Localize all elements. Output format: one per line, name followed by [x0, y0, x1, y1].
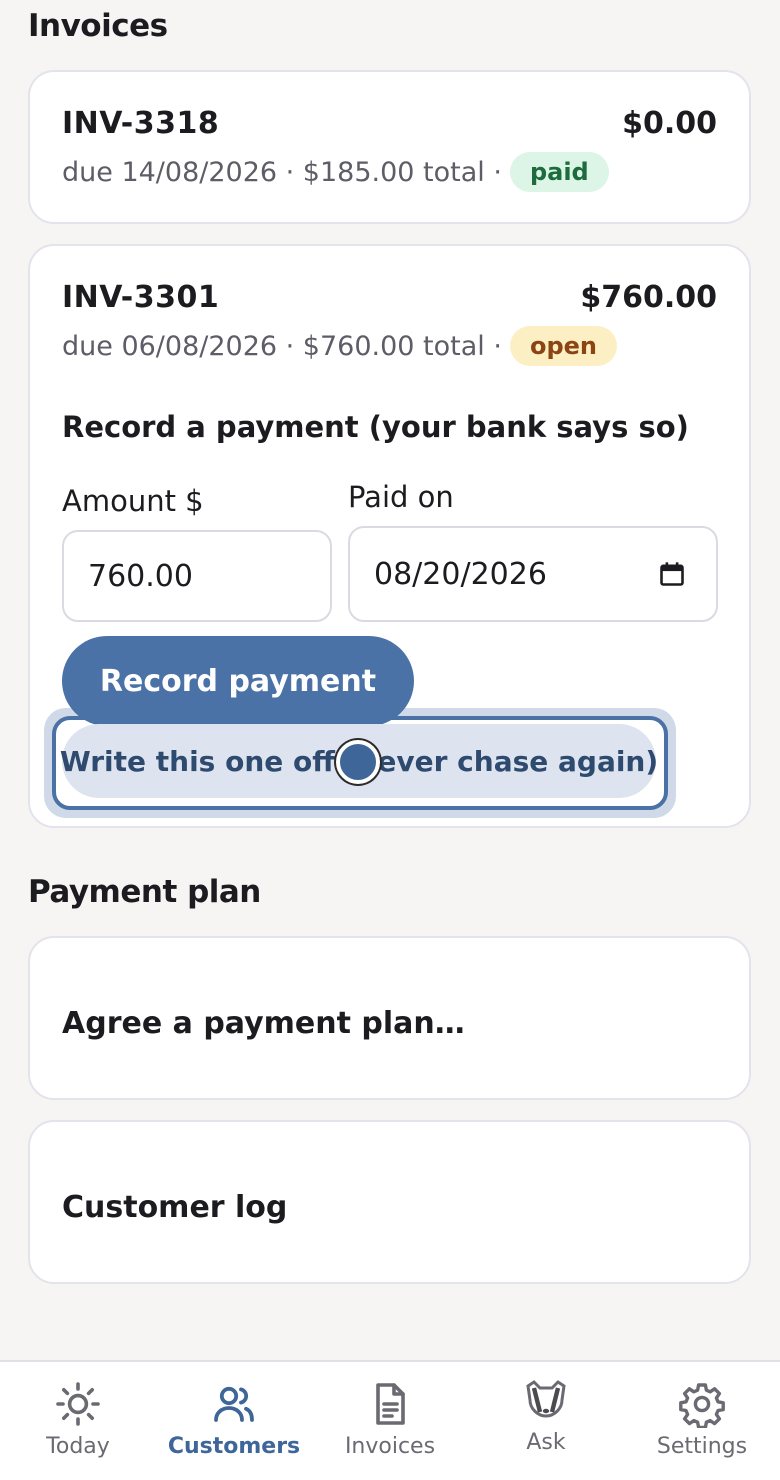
page: Invoices INV-3318 $0.00 due 14/08/2026 ·…: [0, 0, 780, 1480]
touch-cursor: [336, 740, 380, 784]
invoice-id: INV-3301: [62, 280, 220, 315]
invoice-meta: due 14/08/2026 · $185.00 total · paid: [62, 152, 609, 192]
invoice-balance: $0.00: [622, 106, 717, 141]
nav-label: Invoices: [344, 1434, 436, 1459]
agree-payment-plan-card[interactable]: Agree a payment plan…: [28, 936, 751, 1100]
users-icon: [214, 1386, 254, 1422]
nav-today[interactable]: Today: [0, 1362, 156, 1480]
nav-customers[interactable]: Customers: [156, 1362, 312, 1480]
calendar-icon[interactable]: [658, 560, 686, 588]
status-badge: paid: [509, 152, 609, 192]
customer-log-label: Customer log: [62, 1190, 288, 1225]
paid-on-date-input[interactable]: 08/20/2026: [348, 526, 718, 622]
invoice-id: INV-3318: [62, 106, 220, 141]
document-icon: [376, 1383, 405, 1425]
status-badge: open: [509, 326, 617, 366]
nav-label: Settings: [656, 1434, 748, 1459]
nav-ask[interactable]: Ask: [468, 1362, 624, 1480]
agree-payment-plan-label: Agree a payment plan…: [62, 1006, 465, 1041]
amount-value: 760.00: [88, 558, 193, 594]
nav-settings[interactable]: Settings: [624, 1362, 780, 1480]
customer-log-card[interactable]: Customer log: [28, 1120, 751, 1284]
sun-icon: [56, 1382, 100, 1426]
nav-label: Ask: [526, 1430, 566, 1455]
invoice-balance: $760.00: [580, 280, 717, 315]
nav-label: Today: [46, 1434, 110, 1459]
paid-on-label: Paid on: [348, 480, 454, 514]
invoice-due-text: due 14/08/2026 · $185.00 total ·: [62, 156, 502, 188]
gear-icon: [679, 1383, 725, 1428]
record-payment-heading: Record a payment (your bank says so): [62, 410, 689, 444]
paid-on-value: 08/20/2026: [374, 556, 547, 592]
invoice-card[interactable]: INV-3318 $0.00 due 14/08/2026 · $185.00 …: [28, 70, 751, 224]
nav-invoices[interactable]: Invoices: [312, 1362, 468, 1480]
invoices-section-title: Invoices: [28, 8, 168, 44]
invoice-meta: due 06/08/2026 · $760.00 total · open: [62, 326, 617, 366]
invoice-due-text: due 06/08/2026 · $760.00 total ·: [62, 330, 502, 362]
record-payment-button[interactable]: Record payment: [62, 636, 414, 726]
badger-icon: [526, 1380, 566, 1418]
amount-label: Amount $: [62, 484, 204, 518]
bottom-nav: Today Customers Invoices Ask Settings: [0, 1360, 780, 1480]
nav-label: Customers: [167, 1434, 301, 1459]
amount-input[interactable]: 760.00: [62, 530, 332, 622]
payment-plan-section-title: Payment plan: [28, 874, 261, 910]
